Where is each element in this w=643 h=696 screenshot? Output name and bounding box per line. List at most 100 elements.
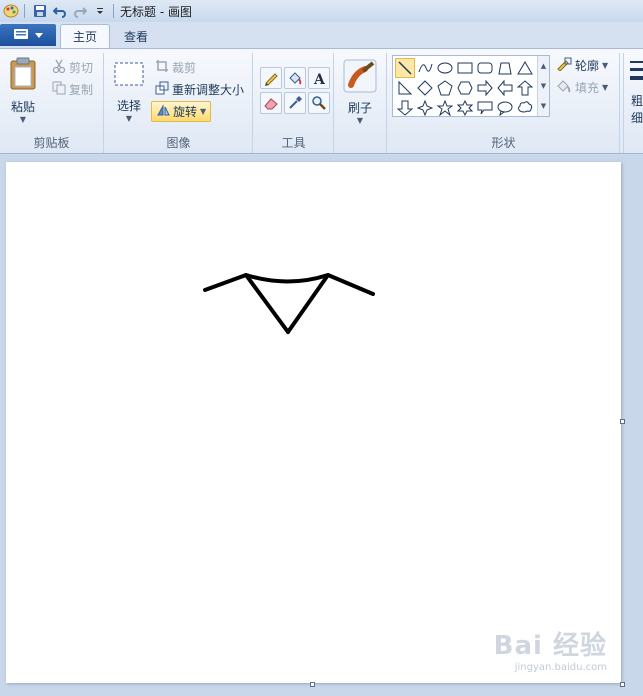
rotate-button[interactable]: 旋转 ▼ [151, 101, 212, 122]
select-button[interactable]: 选择 ▼ [113, 61, 145, 123]
app-menu-button[interactable] [0, 24, 56, 46]
window-title: 无标题 - 画图 [120, 4, 192, 19]
five-point-star-shape-icon[interactable] [435, 98, 455, 118]
tools-group: A 工具 [254, 53, 334, 153]
outline-dropdown-icon: ▼ [602, 61, 609, 70]
drawn-stroke-arc [244, 273, 330, 284]
text-icon[interactable]: A [308, 67, 330, 89]
size-label-partial: 粗 [630, 94, 643, 108]
workspace: Bai 经验 jingyan.baidu.com [0, 155, 643, 696]
select-label: 选择 [116, 99, 141, 113]
diamond-shape-icon[interactable] [415, 78, 435, 98]
paste-button[interactable]: 粘贴 ▼ [8, 57, 38, 124]
oval-shape-icon[interactable] [435, 58, 455, 78]
outline-button[interactable]: 轮廓 ▼ [556, 57, 608, 74]
left-arrow-shape-icon[interactable] [495, 78, 515, 98]
curve-shape-icon[interactable] [415, 58, 435, 78]
brushes-group: 刷子 ▼ [335, 53, 387, 153]
drawing-canvas[interactable]: Bai 经验 jingyan.baidu.com [6, 162, 621, 683]
canvas-resize-handle-right[interactable] [620, 419, 625, 424]
paint-app-icon[interactable] [2, 2, 20, 20]
canvas-resize-handle-corner[interactable] [620, 682, 625, 687]
up-arrow-shape-icon[interactable] [515, 78, 535, 98]
brush-icon [343, 59, 377, 96]
undo-icon[interactable] [51, 2, 69, 20]
select-dropdown-icon: ▼ [125, 114, 133, 123]
cut-label: 剪切 [69, 61, 94, 75]
resize-label: 重新调整大小 [172, 83, 245, 97]
tab-home[interactable]: 主页 [60, 24, 111, 48]
line-width-icon [630, 59, 643, 90]
brushes-dropdown-icon: ▼ [356, 116, 364, 125]
paste-label: 粘贴 [10, 100, 35, 114]
triangle-shape-icon[interactable] [515, 58, 535, 78]
watermark-logo: Bai 经验 [493, 631, 607, 661]
rotate-dropdown-icon: ▼ [200, 107, 207, 116]
drawing [203, 273, 375, 334]
down-arrow-shape-icon[interactable] [395, 98, 415, 118]
watermark-url: jingyan.baidu.com [514, 662, 607, 673]
app-menu-icon [13, 28, 29, 43]
image-group-label: 图像 [166, 136, 191, 150]
rect-callout-shape-icon[interactable] [475, 98, 495, 118]
shapes-gallery: ▲ ▼ ▼ [392, 55, 550, 117]
tab-row: 主页 查看 [0, 22, 643, 48]
ribbon: 粘贴 ▼ 剪切 复制 剪贴板 选择 ▼ 裁剪 重新调整大小 旋转 ▼ 图像 A … [0, 48, 643, 154]
copy-label: 复制 [69, 83, 94, 97]
brushes-button[interactable]: 刷子 ▼ [343, 59, 377, 125]
rounded-rectangle-shape-icon[interactable] [475, 58, 495, 78]
fill-bucket-icon[interactable] [284, 67, 306, 89]
clipboard-group-label: 剪贴板 [33, 136, 70, 150]
svg-text:A: A [313, 72, 326, 86]
redo-icon[interactable] [71, 2, 89, 20]
scroll-up-icon[interactable]: ▲ [541, 62, 546, 70]
tools-group-label: 工具 [281, 136, 306, 150]
quick-access-separator [24, 4, 25, 18]
copy-icon [52, 81, 66, 98]
polygon-shape-icon[interactable] [495, 58, 515, 78]
image-group: 选择 ▼ 裁剪 重新调整大小 旋转 ▼ 图像 [105, 53, 253, 153]
chevron-down-icon [35, 28, 43, 42]
crop-label: 裁剪 [172, 61, 197, 75]
rotate-label: 旋转 [173, 105, 198, 119]
save-icon[interactable] [31, 2, 49, 20]
pentagon-shape-icon[interactable] [435, 78, 455, 98]
hexagon-shape-icon[interactable] [455, 78, 475, 98]
expand-gallery-icon[interactable]: ▼ [541, 102, 546, 110]
title-separator [113, 4, 114, 18]
selection-rect-icon [113, 61, 145, 90]
right-arrow-shape-icon[interactable] [475, 78, 495, 98]
drawn-stroke-left [203, 273, 290, 334]
right-triangle-shape-icon[interactable] [395, 78, 415, 98]
shapes-scrollbar[interactable]: ▲ ▼ ▼ [537, 56, 549, 116]
fill-icon [556, 79, 572, 96]
crop-icon [155, 59, 169, 76]
color-picker-icon[interactable] [284, 92, 306, 114]
rotate-icon [156, 103, 170, 120]
size-button[interactable]: 粗 细 [630, 59, 643, 126]
six-point-star-shape-icon[interactable] [455, 98, 475, 118]
outline-label: 轮廓 [575, 59, 600, 73]
rectangle-shape-icon[interactable] [455, 58, 475, 78]
oval-callout-shape-icon[interactable] [495, 98, 515, 118]
cloud-callout-shape-icon[interactable] [515, 98, 535, 118]
eraser-icon[interactable] [260, 92, 282, 114]
four-point-star-shape-icon[interactable] [415, 98, 435, 118]
fill-dropdown-icon: ▼ [602, 83, 609, 92]
magnifier-icon[interactable] [308, 92, 330, 114]
crop-button[interactable]: 裁剪 [155, 59, 196, 76]
fill-button[interactable]: 填充 ▼ [556, 79, 608, 96]
customize-dropdown-icon[interactable] [91, 2, 109, 20]
clipboard-icon [8, 57, 38, 94]
scroll-down-icon[interactable]: ▼ [541, 82, 546, 90]
tab-view[interactable]: 查看 [112, 24, 160, 48]
clipboard-group: 粘贴 ▼ 剪切 复制 剪贴板 [0, 53, 104, 153]
resize-button[interactable]: 重新调整大小 [155, 81, 244, 98]
pencil-icon[interactable] [260, 67, 282, 89]
copy-button[interactable]: 复制 [52, 81, 93, 98]
canvas-resize-handle-bottom[interactable] [310, 682, 315, 687]
cut-button[interactable]: 剪切 [52, 59, 93, 76]
scissors-icon [52, 59, 66, 76]
resize-icon [155, 81, 169, 98]
line-shape-icon[interactable] [395, 58, 415, 78]
